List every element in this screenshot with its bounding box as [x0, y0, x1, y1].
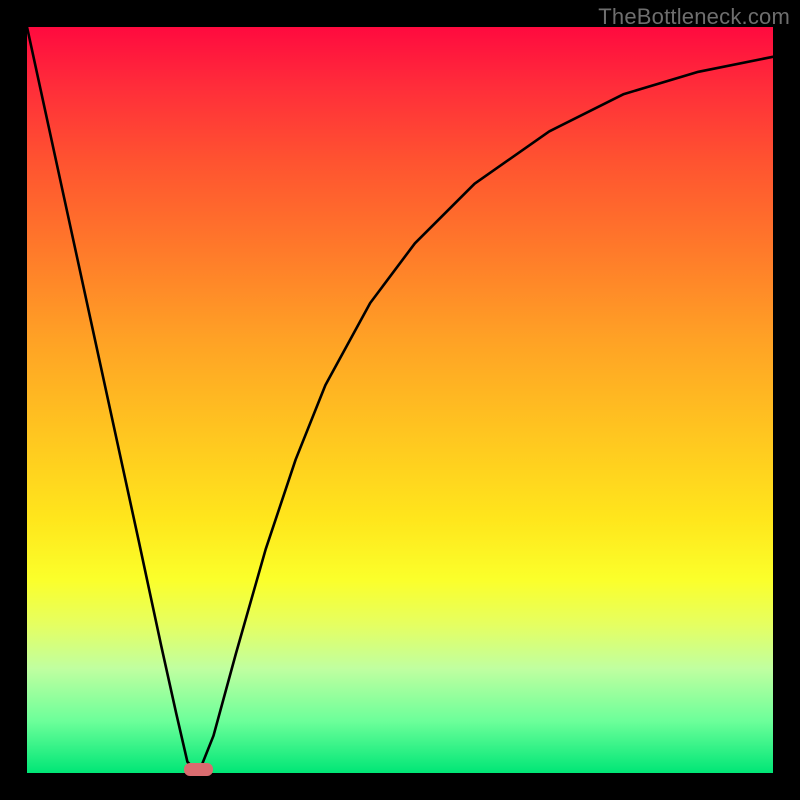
plot-area: [27, 27, 773, 773]
bottleneck-curve: [27, 27, 773, 773]
chart-frame: TheBottleneck.com: [0, 0, 800, 800]
bottleneck-marker: [184, 763, 214, 776]
watermark-text: TheBottleneck.com: [598, 4, 790, 30]
